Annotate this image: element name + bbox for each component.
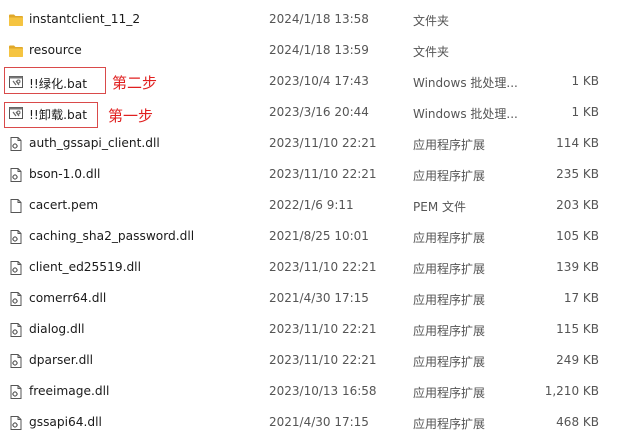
- annotation-step-one: 第一步: [108, 107, 154, 125]
- folder-icon: [8, 12, 24, 28]
- file-type: Windows 批处理...: [413, 76, 518, 90]
- file-modified-date: 2021/4/30 17:15: [269, 415, 369, 429]
- file-name[interactable]: client_ed25519.dll: [29, 260, 141, 274]
- file-size: 468 KB: [556, 415, 599, 429]
- file-size: 105 KB: [556, 229, 599, 243]
- folder-icon: [8, 43, 24, 59]
- file-modified-date: 2023/3/16 20:44: [269, 105, 369, 119]
- file-list: instantclient_11_2 2024/1/18 13:58 文件夹 reso…: [0, 4, 626, 438]
- file-size: 1,210 KB: [544, 384, 599, 398]
- file-row[interactable]: auth_gssapi_client.dll 2023/11/10 22:21 应用…: [0, 128, 626, 159]
- file-type: 应用程序扩展: [413, 138, 486, 152]
- dll-file-icon: [8, 384, 24, 400]
- file-modified-date: 2023/11/10 22:21: [269, 260, 377, 274]
- blank-file-icon: [8, 198, 24, 214]
- file-modified-date: 2024/1/18 13:59: [269, 43, 369, 57]
- dll-file-icon: [8, 415, 24, 431]
- file-row[interactable]: !!绿化.bat 2023/10/4 17:43 Windows 批处理... 1 K…: [0, 66, 626, 97]
- file-size: 139 KB: [556, 260, 599, 274]
- file-size: 114 KB: [556, 136, 599, 150]
- file-row[interactable]: dparser.dll 2023/11/10 22:21 应用程序扩展 249 KB: [0, 345, 626, 376]
- file-row[interactable]: freeimage.dll 2023/10/13 16:58 应用程序扩展 1,210…: [0, 376, 626, 407]
- file-name[interactable]: cacert.pem: [29, 198, 98, 212]
- dll-file-icon: [8, 353, 24, 369]
- file-size: 235 KB: [556, 167, 599, 181]
- batch-file-icon: [8, 105, 24, 121]
- file-modified-date: 2023/11/10 22:21: [269, 136, 377, 150]
- file-name[interactable]: comerr64.dll: [29, 291, 106, 305]
- file-name[interactable]: caching_sha2_password.dll: [29, 229, 194, 243]
- file-type: Windows 批处理...: [413, 107, 518, 121]
- file-row[interactable]: !!卸载.bat 2023/3/16 20:44 Windows 批处理... 1 K…: [0, 97, 626, 128]
- file-size: 1 KB: [571, 74, 599, 88]
- file-name[interactable]: auth_gssapi_client.dll: [29, 136, 160, 150]
- dll-file-icon: [8, 291, 24, 307]
- file-modified-date: 2021/8/25 10:01: [269, 229, 369, 243]
- file-name[interactable]: bson-1.0.dll: [29, 167, 100, 181]
- file-type: 文件夹: [413, 14, 450, 28]
- file-type: 应用程序扩展: [413, 262, 486, 276]
- file-row[interactable]: comerr64.dll 2021/4/30 17:15 应用程序扩展 17 KB: [0, 283, 626, 314]
- file-row[interactable]: instantclient_11_2 2024/1/18 13:58 文件夹: [0, 4, 626, 35]
- file-row[interactable]: bson-1.0.dll 2023/11/10 22:21 应用程序扩展 235 KB: [0, 159, 626, 190]
- batch-file-icon: [8, 74, 24, 90]
- file-modified-date: 2023/11/10 22:21: [269, 167, 377, 181]
- file-type: 应用程序扩展: [413, 293, 486, 307]
- file-size: 203 KB: [556, 198, 599, 212]
- file-row[interactable]: gssapi64.dll 2021/4/30 17:15 应用程序扩展 468 KB: [0, 407, 626, 438]
- file-modified-date: 2023/10/4 17:43: [269, 74, 369, 88]
- file-modified-date: 2023/11/10 22:21: [269, 322, 377, 336]
- file-size: 115 KB: [556, 322, 599, 336]
- file-type: PEM 文件: [413, 200, 466, 214]
- file-modified-date: 2024/1/18 13:58: [269, 12, 369, 26]
- file-modified-date: 2021/4/30 17:15: [269, 291, 369, 305]
- file-row[interactable]: client_ed25519.dll 2023/11/10 22:21 应用程序扩展…: [0, 252, 626, 283]
- file-name[interactable]: freeimage.dll: [29, 384, 109, 398]
- file-name[interactable]: !!绿化.bat: [29, 74, 87, 92]
- file-name[interactable]: instantclient_11_2: [29, 12, 140, 26]
- dll-file-icon: [8, 260, 24, 276]
- file-type: 应用程序扩展: [413, 417, 486, 431]
- annotation-step-two: 第二步: [112, 74, 158, 92]
- file-row[interactable]: caching_sha2_password.dll 2021/8/25 10:01…: [0, 221, 626, 252]
- file-name[interactable]: dparser.dll: [29, 353, 93, 367]
- dll-file-icon: [8, 136, 24, 152]
- file-name[interactable]: gssapi64.dll: [29, 415, 102, 429]
- file-size: 17 KB: [563, 291, 599, 305]
- file-name[interactable]: resource: [29, 43, 82, 57]
- file-name[interactable]: !!卸载.bat: [29, 105, 87, 123]
- file-row[interactable]: cacert.pem 2022/1/6 9:11 PEM 文件 203 KB: [0, 190, 626, 221]
- file-name[interactable]: dialog.dll: [29, 322, 85, 336]
- file-type: 应用程序扩展: [413, 386, 486, 400]
- dll-file-icon: [8, 322, 24, 338]
- file-type: 应用程序扩展: [413, 231, 486, 245]
- file-row[interactable]: dialog.dll 2023/11/10 22:21 应用程序扩展 115 KB: [0, 314, 626, 345]
- file-modified-date: 2022/1/6 9:11: [269, 198, 354, 212]
- file-type: 应用程序扩展: [413, 355, 486, 369]
- file-type: 文件夹: [413, 45, 450, 59]
- file-type: 应用程序扩展: [413, 169, 486, 183]
- file-size: 1 KB: [571, 105, 599, 119]
- dll-file-icon: [8, 167, 24, 183]
- file-size: 249 KB: [556, 353, 599, 367]
- file-modified-date: 2023/11/10 22:21: [269, 353, 377, 367]
- file-type: 应用程序扩展: [413, 324, 486, 338]
- dll-file-icon: [8, 229, 24, 245]
- file-modified-date: 2023/10/13 16:58: [269, 384, 377, 398]
- file-row[interactable]: resource 2024/1/18 13:59 文件夹: [0, 35, 626, 66]
